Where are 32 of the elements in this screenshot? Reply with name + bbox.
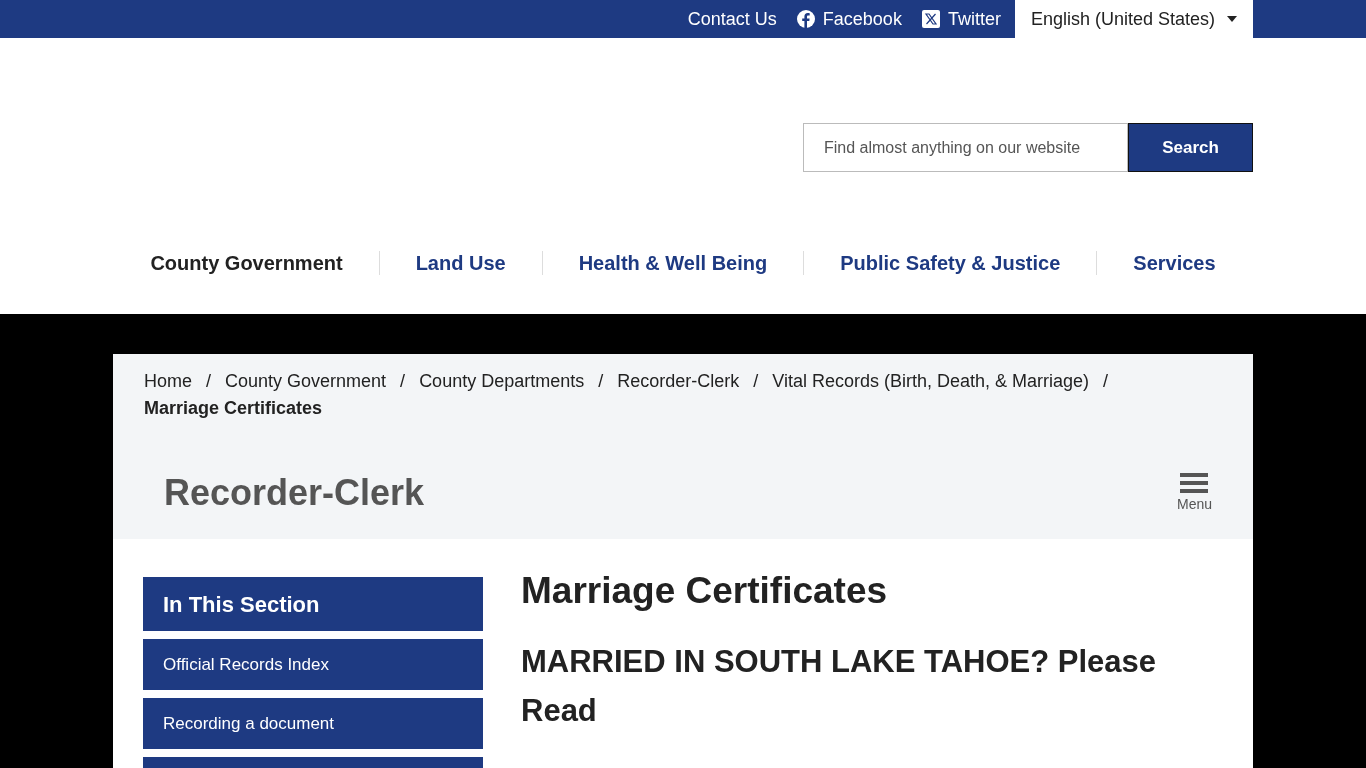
breadcrumb-separator: /: [752, 370, 760, 393]
nav-link[interactable]: County Government: [114, 248, 379, 278]
caret-icon: [1227, 16, 1237, 22]
nav-link[interactable]: Services: [1097, 248, 1252, 278]
page-subtitle: MARRIED IN SOUTH LAKE TAHOE? Please Read: [521, 643, 1157, 730]
breadcrumb-link[interactable]: County Departments: [419, 368, 585, 395]
sidebar-item[interactable]: Recording a document: [143, 698, 483, 749]
breadcrumb-link[interactable]: County Government: [225, 368, 387, 395]
social-link[interactable]: Facebook: [796, 5, 902, 33]
nav-link[interactable]: Public Safety & Justice: [804, 248, 1097, 278]
social-link[interactable]: Twitter: [921, 5, 1001, 33]
breadcrumb-separator: /: [399, 370, 407, 393]
section-heading: In This Section: [143, 577, 483, 631]
contact-link[interactable]: Contact Us: [687, 5, 777, 33]
breadcrumb-separator: /: [1102, 370, 1110, 393]
nav-link[interactable]: Land Use: [379, 248, 542, 278]
breadcrumb-separator: /: [205, 370, 213, 393]
breadcrumb-link[interactable]: Vital Records (Birth, Death, & Marriage): [772, 368, 1090, 395]
menu-button[interactable]: Menu: [1176, 471, 1212, 515]
sidebar-item[interactable]: Official Records Index: [143, 639, 483, 690]
x-logo-icon: [921, 10, 940, 28]
department-title: Recorder-Clerk: [164, 471, 425, 515]
menu-icon: [1180, 471, 1209, 494]
facebook-icon: [796, 10, 815, 28]
breadcrumb-link[interactable]: Recorder-Clerk: [617, 368, 740, 395]
language-select[interactable]: English (United States): [1014, 0, 1253, 38]
search-button[interactable]: Search: [1128, 123, 1253, 172]
current-page-label: Marriage Certificates: [144, 397, 323, 420]
breadcrumb-link[interactable]: Home: [144, 368, 192, 395]
nav-link[interactable]: Health & Well Being: [542, 248, 804, 278]
search-field[interactable]: Find almost anything on our website: [803, 123, 1128, 172]
breadcrumb-separator: /: [597, 370, 605, 393]
